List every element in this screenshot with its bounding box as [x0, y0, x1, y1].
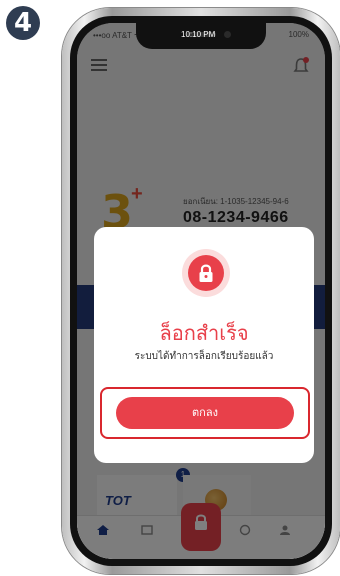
ok-button[interactable]: ตกลง: [116, 397, 294, 429]
dialog-title: ล็อกสำเร็จ: [159, 323, 249, 345]
dialog-description: ระบบได้ทำการล็อกเรียบร้อยแล้ว: [134, 351, 274, 362]
front-camera: [224, 31, 231, 38]
lock-icon-ring: [182, 249, 230, 297]
status-time: 10:10 PM: [181, 30, 216, 39]
lock-success-dialog: ล็อกสำเร็จ ระบบได้ทำการล็อกเรียบร้อยแล้ว…: [94, 227, 314, 463]
step-number-badge: 4: [6, 6, 40, 40]
tutorial-step-stage: 4 •••oo AT&T ᯤ 10:10 PM 100%: [0, 0, 340, 576]
lock-icon: [188, 255, 224, 291]
ok-button-highlight: ตกลง: [100, 387, 310, 439]
